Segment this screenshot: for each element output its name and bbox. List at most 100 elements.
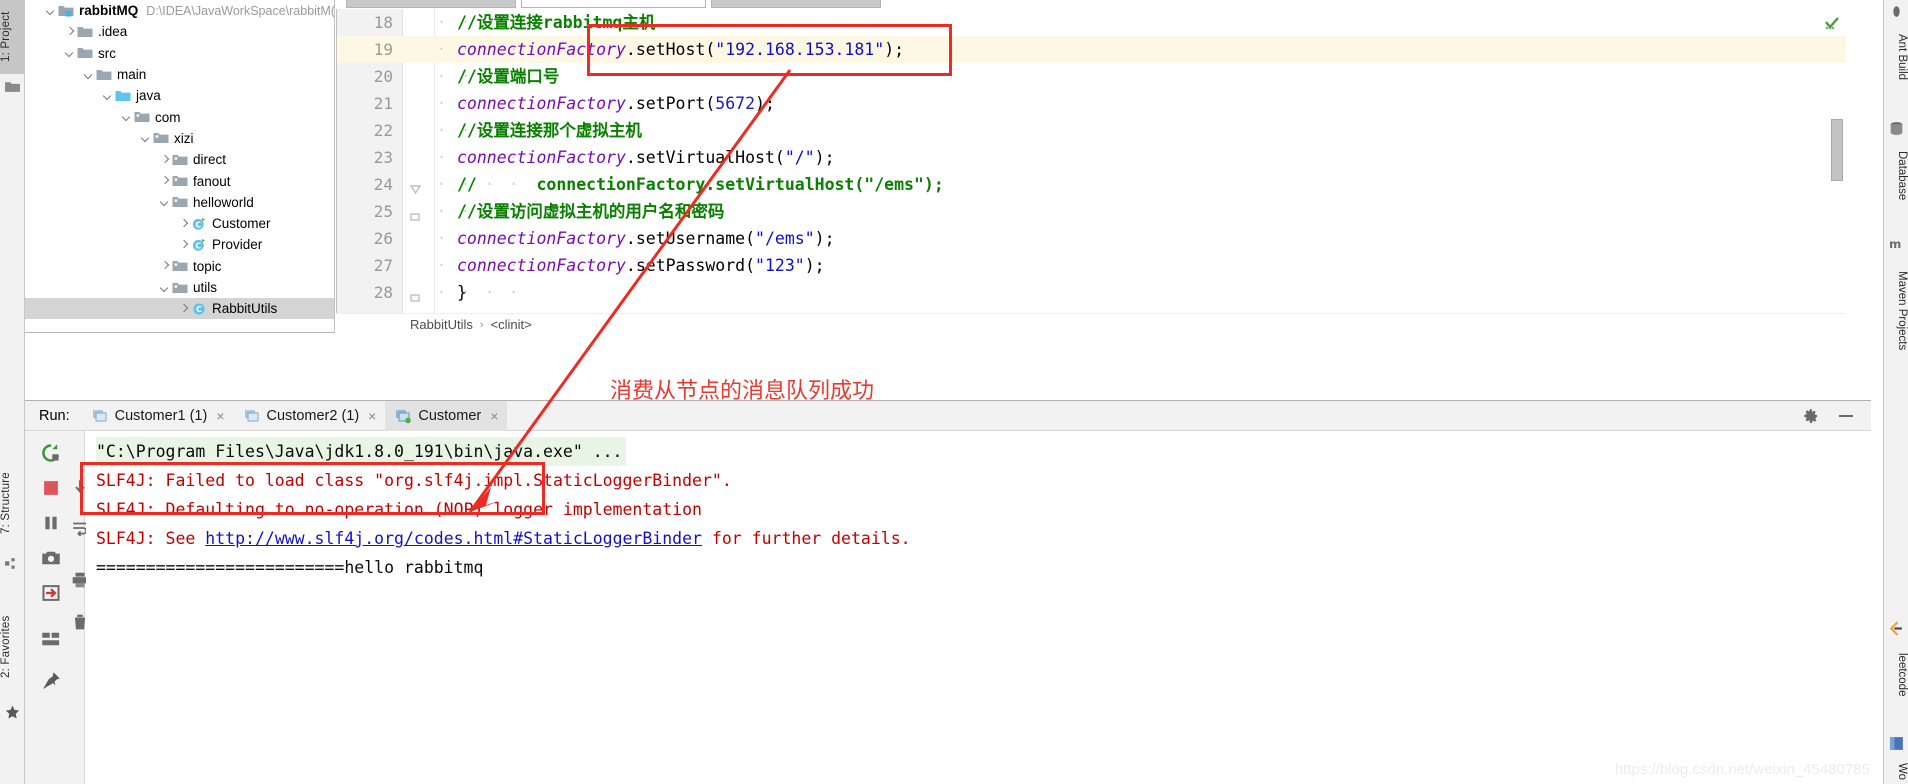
- tree-row-com[interactable]: com: [25, 106, 334, 127]
- code-line[interactable]: 20 · · · ·//设置端口号: [337, 63, 1846, 90]
- tree-row-customer[interactable]: C Customer: [25, 213, 334, 234]
- chevron-down-icon[interactable]: [102, 89, 115, 102]
- tree-item-label: .idea: [98, 24, 128, 40]
- pin-icon[interactable]: [41, 671, 61, 691]
- chevron-down-icon[interactable]: [140, 132, 153, 145]
- breadcrumb: RabbitUtils › <clinit>: [336, 313, 1846, 335]
- code-line[interactable]: 23 · · · · connectionFactory.setVirtualHos…: [337, 144, 1846, 171]
- tree-item-label: java: [136, 88, 161, 104]
- gear-icon[interactable]: [1803, 408, 1819, 424]
- run-tab-customer[interactable]: Customer ×: [385, 400, 508, 431]
- chevron-right-icon[interactable]: [178, 238, 191, 251]
- editor-tab-3[interactable]: [711, 0, 881, 8]
- chevron-right-icon[interactable]: [64, 25, 77, 38]
- right-tab-word[interactable]: Wo: [1883, 756, 1908, 784]
- project-tree-panel[interactable]: rabbitMQ D:\IDEA\JavaWorkSpace\rabbitM( …: [25, 0, 335, 333]
- chevron-right-icon[interactable]: [159, 153, 172, 166]
- editor-tab-2[interactable]: [521, 0, 706, 8]
- close-icon[interactable]: ×: [368, 408, 376, 424]
- code-token-field: connectionFactory: [457, 148, 626, 167]
- tree-row-provider[interactable]: C Provider: [25, 234, 334, 255]
- code-line[interactable]: 22 · · · ·//设置连接那个虚拟主机: [337, 117, 1846, 144]
- run-tab-active-icon: [395, 408, 412, 424]
- tree-row-xizi[interactable]: xizi: [25, 128, 334, 149]
- chevron-down-icon[interactable]: [45, 4, 58, 17]
- run-tab-customer1[interactable]: Customer1 (1) ×: [82, 401, 234, 431]
- minimize-icon[interactable]: [1839, 415, 1853, 417]
- inspection-ok-icon[interactable]: [1824, 16, 1840, 37]
- folder-icon: [77, 46, 93, 60]
- line-number: 19: [373, 40, 393, 59]
- fold-collapse-icon[interactable]: [409, 177, 422, 195]
- fold-end-icon[interactable]: [409, 285, 422, 302]
- tree-row-rabbitutils[interactable]: C RabbitUtils: [25, 298, 334, 320]
- rerun-icon[interactable]: [41, 443, 61, 463]
- chevron-down-icon[interactable]: [121, 111, 134, 124]
- pause-icon[interactable]: [41, 513, 61, 533]
- code-line[interactable]: 28 · · · ·}: [337, 279, 1846, 306]
- chevron-right-icon[interactable]: [178, 217, 191, 230]
- code-line[interactable]: 27 · · · · connectionFactory.setPassword("…: [337, 252, 1846, 279]
- tree-row-helloworld[interactable]: helloworld: [25, 192, 334, 213]
- editor-tab-1[interactable]: [346, 0, 516, 8]
- code-line[interactable]: 26 · · · · connectionFactory.setUsername("…: [337, 225, 1846, 252]
- code-line[interactable]: 21 · · · · connectionFactory.setPort(5672)…: [337, 90, 1846, 117]
- breadcrumb-item-class[interactable]: RabbitUtils: [410, 317, 473, 332]
- tree-row-topic[interactable]: topic: [25, 256, 334, 277]
- star-icon: [4, 704, 21, 721]
- close-icon[interactable]: ×: [216, 408, 224, 424]
- layout-icon[interactable]: [41, 629, 61, 649]
- tree-item-label: topic: [193, 258, 222, 274]
- console-line: =========================hello rabbitmq: [96, 553, 1871, 582]
- chevron-down-icon[interactable]: [64, 47, 77, 60]
- right-tab-ant-build[interactable]: Ant Build: [1883, 20, 1908, 94]
- console-text: SLF4J: Failed to load class "org.slf4j.i…: [96, 471, 732, 490]
- sidebar-tab-favorites[interactable]: 2: Favorites: [0, 595, 25, 698]
- console-output[interactable]: "C:\Program Files\Java\jdk1.8.0_191\bin\…: [86, 431, 1871, 784]
- editor-vertical-scrollbar[interactable]: [1831, 119, 1843, 181]
- console-link[interactable]: http://www.slf4j.org/codes.html#StaticLo…: [205, 529, 702, 548]
- right-tab-database[interactable]: Database: [1883, 139, 1908, 213]
- chevron-down-icon[interactable]: [159, 196, 172, 209]
- code-token-plain: );: [814, 148, 835, 167]
- structure-icon: [4, 556, 21, 573]
- code-line[interactable]: 19 · · · · connectionFactory.setHost("192.…: [337, 36, 1846, 63]
- tree-row-direct[interactable]: direct: [25, 149, 334, 170]
- tree-row-root[interactable]: rabbitMQ D:\IDEA\JavaWorkSpace\rabbitM(: [25, 0, 334, 21]
- code-line[interactable]: 18 · · · ·//设置连接rabbitmq主机: [337, 9, 1846, 36]
- stop-icon[interactable]: [41, 478, 61, 498]
- chevron-right-icon[interactable]: [178, 302, 191, 315]
- tree-row-src[interactable]: src: [25, 43, 334, 64]
- chevron-right-icon[interactable]: [159, 175, 172, 188]
- tree-row-.idea[interactable]: .idea: [25, 21, 334, 42]
- breadcrumb-item-method[interactable]: <clinit>: [491, 317, 532, 332]
- tree-row-fanout[interactable]: fanout: [25, 170, 334, 191]
- tree-row-main[interactable]: main: [25, 64, 334, 85]
- tree-item-label: Provider: [212, 237, 263, 253]
- tree-item-label: fanout: [193, 173, 231, 189]
- chevron-down-icon[interactable]: [159, 281, 172, 294]
- code-line[interactable]: 25 · · · ·//设置访问虚拟主机的用户名和密码: [337, 198, 1846, 225]
- code-token-field: connectionFactory: [457, 94, 626, 113]
- sidebar-tab-project[interactable]: 1: Project: [0, 0, 25, 74]
- chevron-down-icon[interactable]: [83, 68, 96, 81]
- export-icon[interactable]: [41, 583, 61, 603]
- chevron-right-icon[interactable]: [159, 260, 172, 273]
- tree-row-utils[interactable]: utils: [25, 277, 334, 298]
- sidebar-tab-project-label: 1: Project: [0, 11, 12, 63]
- tree-row-java[interactable]: java: [25, 85, 334, 106]
- close-icon[interactable]: ×: [490, 408, 498, 424]
- code-line[interactable]: 24 · · · ·// connectionFactory.setVirtual…: [337, 171, 1846, 198]
- right-tab-leetcode[interactable]: leetcode: [1883, 640, 1908, 710]
- tree-item-label: main: [117, 67, 147, 83]
- right-tab-maven-projects[interactable]: Maven Projects: [1883, 254, 1908, 367]
- indent-guide: · · · ·: [437, 283, 522, 301]
- run-tab-customer2[interactable]: Customer2 (1) ×: [234, 401, 386, 431]
- code-token-plain: .setPassword(: [625, 256, 756, 275]
- fold-end-icon[interactable]: [409, 204, 422, 221]
- code-editor[interactable]: 18 · · · ·//设置连接rabbitmq主机 19 · · · · connec…: [336, 9, 1846, 333]
- camera-icon[interactable]: [41, 548, 61, 568]
- sidebar-tab-structure[interactable]: 7: Structure: [0, 455, 25, 551]
- line-number: 26: [373, 229, 393, 248]
- idea-window: 1: Project 7: Structure 2: Favorites rab…: [0, 0, 1908, 784]
